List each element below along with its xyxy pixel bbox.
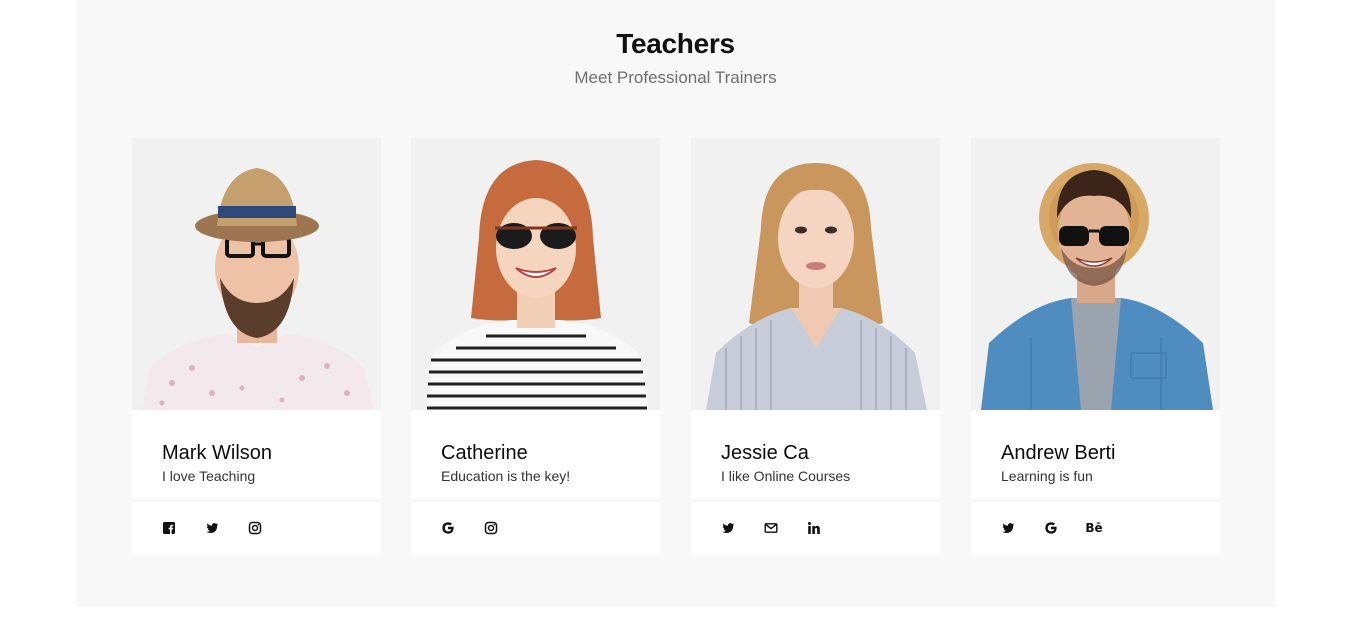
linkedin-icon[interactable] <box>807 521 821 535</box>
mail-icon[interactable] <box>764 521 778 535</box>
teacher-info: Andrew Berti Learning is fun Bē <box>971 410 1220 555</box>
teacher-photo <box>411 138 660 410</box>
teacher-tagline: Education is the key! <box>441 468 571 484</box>
teacher-card: Catherine Education is the key! <box>411 138 660 555</box>
teacher-info: Catherine Education is the key! <box>411 410 660 555</box>
teacher-name: Andrew Berti <box>1001 442 1116 464</box>
teacher-photo <box>971 138 1220 410</box>
instagram-icon[interactable] <box>484 521 498 535</box>
section-subtitle: Meet Professional Trainers <box>574 68 777 87</box>
divider <box>411 500 660 501</box>
divider <box>971 500 1220 501</box>
twitter-icon[interactable] <box>1001 521 1015 535</box>
teacher-card: Jessie Ca I like Online Courses <box>691 138 940 555</box>
divider <box>132 500 381 501</box>
teacher-name: Mark Wilson <box>162 442 273 464</box>
teacher-info: Jessie Ca I like Online Courses <box>691 410 940 555</box>
section-title: Teachers <box>616 28 735 59</box>
behance-icon[interactable]: Bē <box>1085 521 1103 535</box>
teacher-tagline: Learning is fun <box>1001 468 1093 484</box>
divider <box>691 500 940 501</box>
teacher-name: Jessie Ca <box>721 442 809 464</box>
behance-label: Bē <box>1085 521 1103 535</box>
teacher-tagline: I like Online Courses <box>721 468 851 484</box>
teacher-card: Mark Wilson I love Teaching <box>132 138 381 555</box>
facebook-icon[interactable] <box>162 521 176 535</box>
google-icon[interactable] <box>1044 521 1058 535</box>
twitter-icon[interactable] <box>721 521 735 535</box>
teachers-section: Teachers Meet Professional Trainers Mark… <box>76 0 1275 607</box>
twitter-icon[interactable] <box>205 521 219 535</box>
teacher-name: Catherine <box>441 442 528 464</box>
social-links: Bē <box>1001 518 1130 538</box>
teacher-tagline: I love Teaching <box>162 468 256 484</box>
teacher-info: Mark Wilson I love Teaching <box>132 410 381 555</box>
google-icon[interactable] <box>441 521 455 535</box>
instagram-icon[interactable] <box>248 521 262 535</box>
teacher-photo <box>132 138 381 410</box>
social-links <box>721 518 850 538</box>
teacher-photo <box>691 138 940 410</box>
teacher-card: Andrew Berti Learning is fun Bē <box>971 138 1220 555</box>
social-links <box>441 518 527 538</box>
social-links <box>162 518 291 538</box>
